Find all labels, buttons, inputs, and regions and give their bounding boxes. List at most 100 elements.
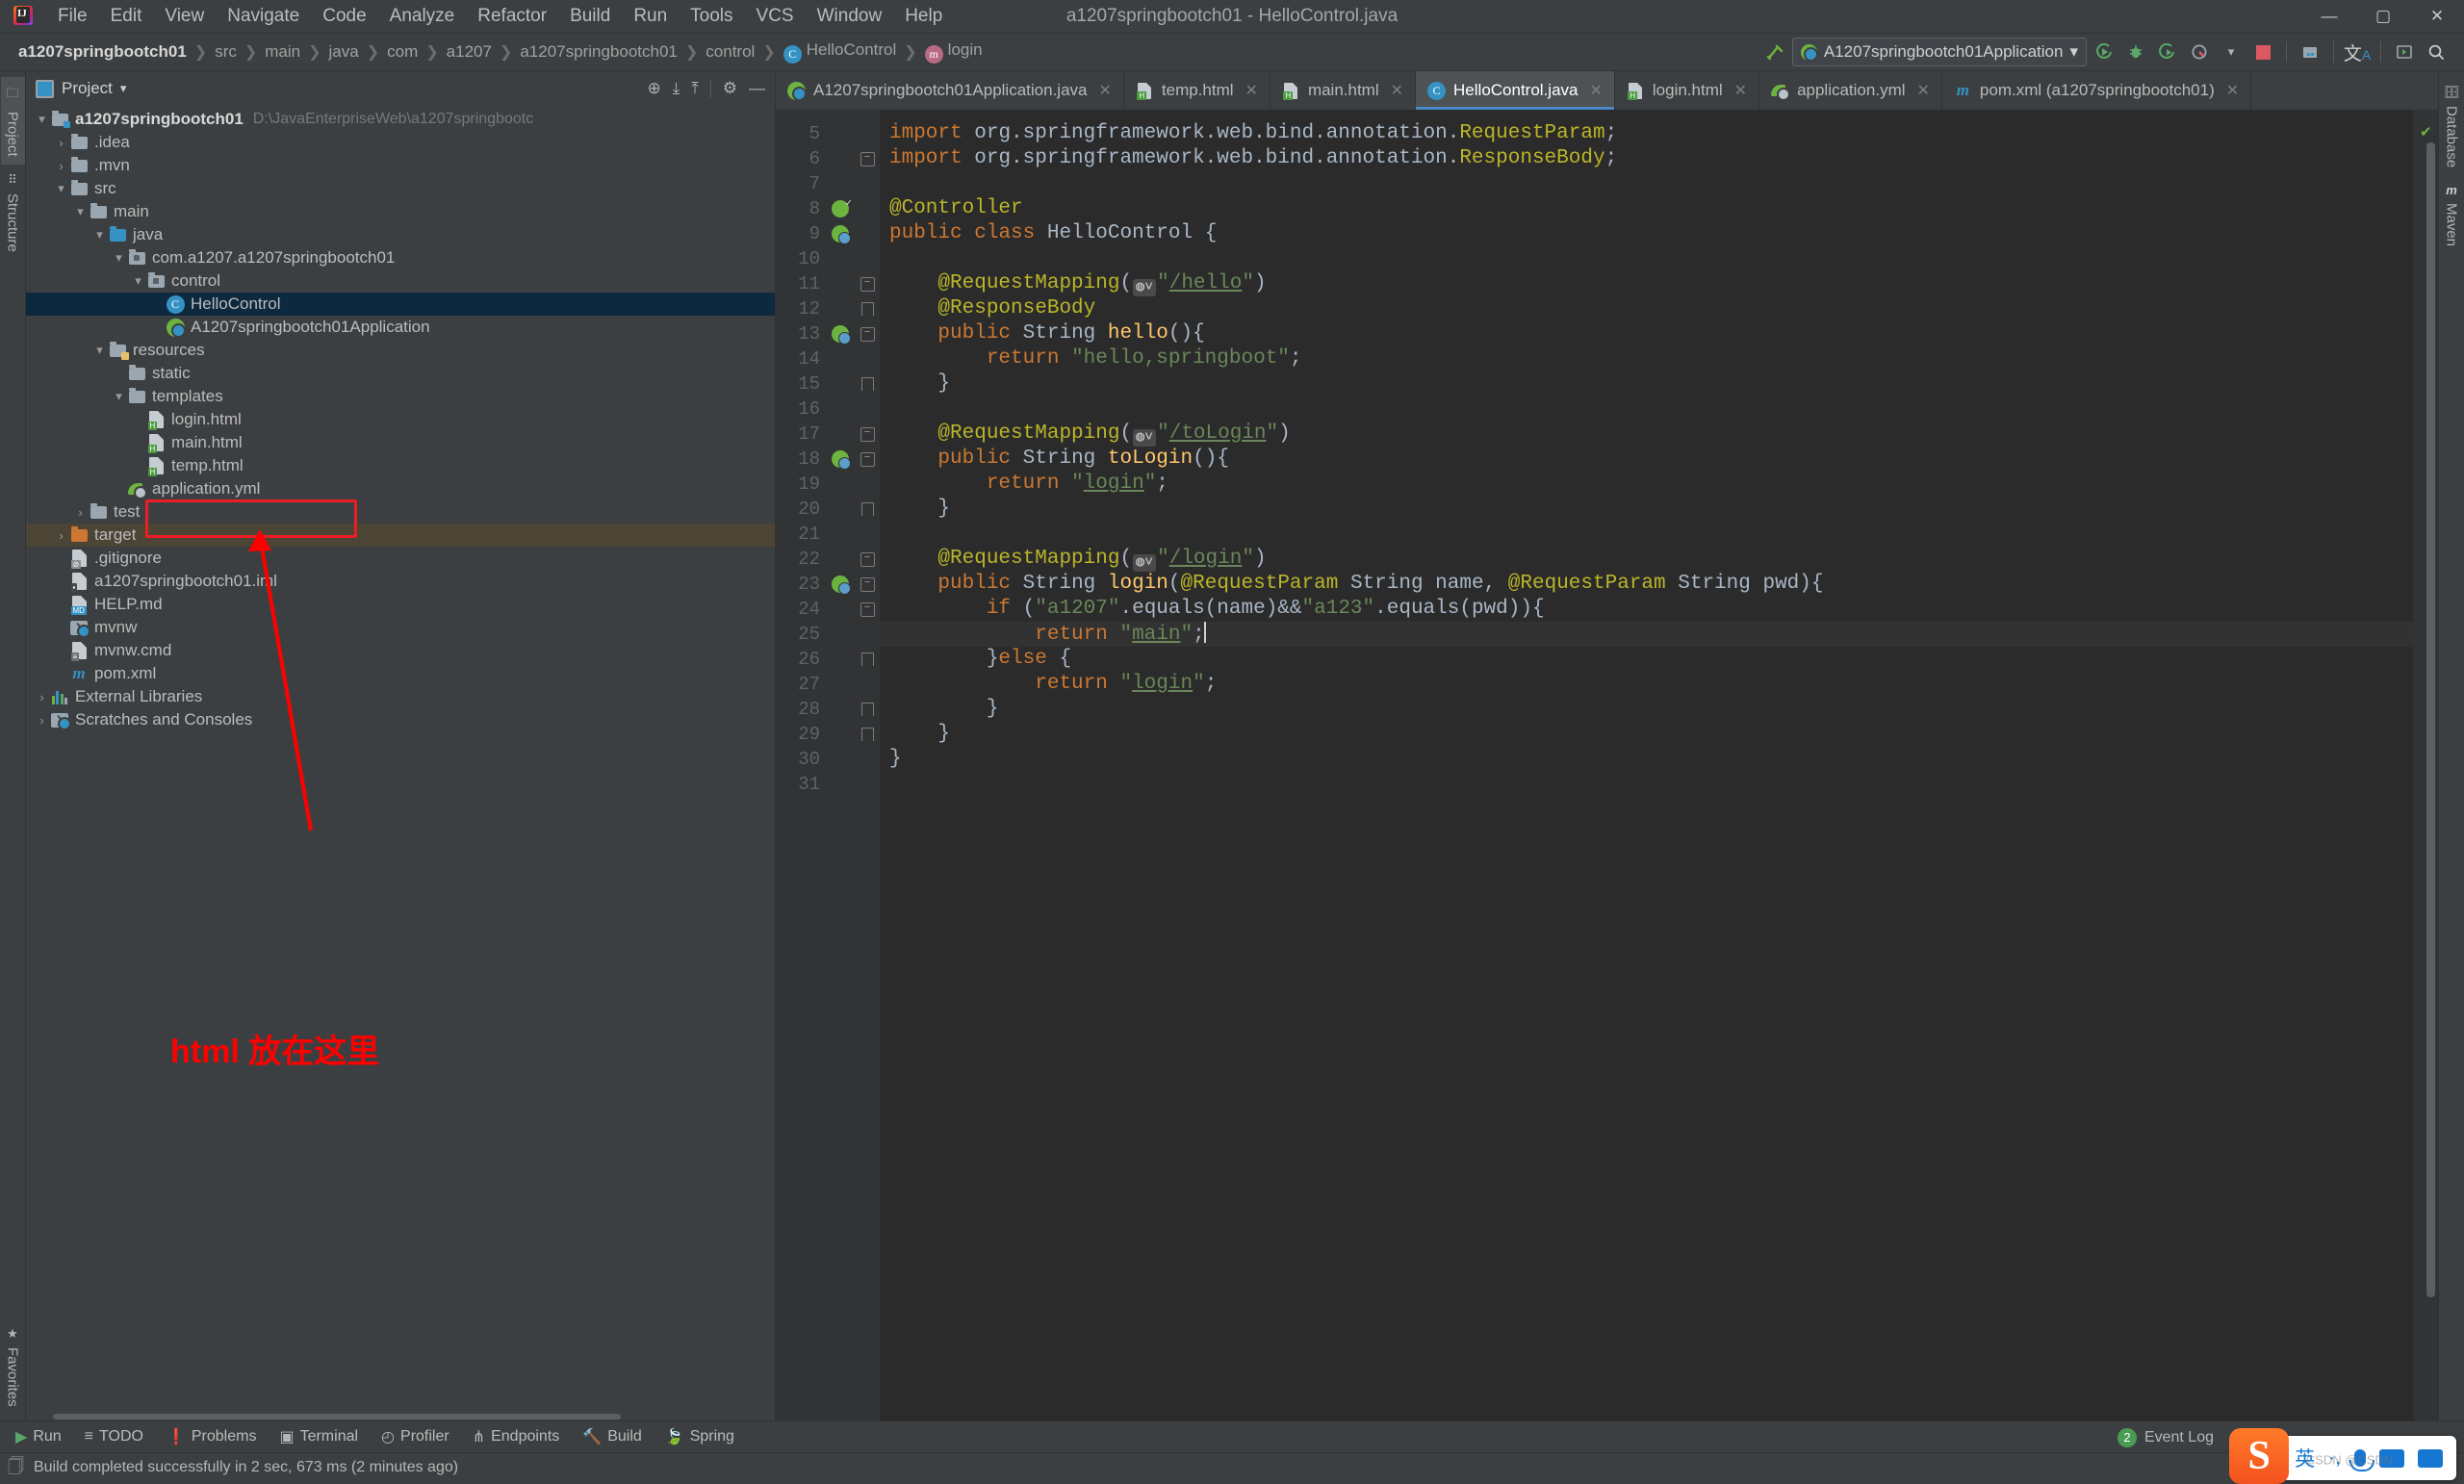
code-line[interactable]: return "login"; [880, 472, 2413, 497]
fold-region-end-icon[interactable] [855, 502, 880, 516]
spring-bean-gutter-icon[interactable] [826, 576, 855, 593]
run-configuration-selector[interactable]: A1207springbootch01Application ▾ [1792, 38, 2087, 66]
code-line[interactable] [880, 171, 2413, 196]
fold-region-end-icon[interactable] [855, 703, 880, 716]
code-line[interactable]: public String hello(){ [880, 321, 2413, 346]
breadcrumb-item[interactable]: src [212, 42, 240, 62]
fold-collapse-icon[interactable]: − [855, 327, 880, 342]
sidebar-item-project[interactable]: 🗀 Project [1, 77, 25, 165]
close-button[interactable]: ✕ [2410, 0, 2464, 33]
tab-login-html[interactable]: Hlogin.html✕ [1615, 71, 1759, 110]
chevron-down-icon[interactable]: ▾ [91, 343, 108, 358]
fold-collapse-icon[interactable]: − [855, 577, 880, 592]
chevron-down-icon[interactable]: ▾ [111, 250, 127, 266]
expand-all-icon[interactable]: ⤓ [673, 79, 680, 98]
breadcrumb-item[interactable]: com [384, 42, 421, 62]
search-everywhere-icon[interactable] [2422, 38, 2451, 66]
gear-icon[interactable]: ⚙ [723, 79, 737, 98]
tree-item-a1207springbootch01-iml[interactable]: ▪a1207springbootch01.iml [26, 570, 775, 593]
run-with-coverage-icon[interactable] [2153, 38, 2182, 66]
close-icon[interactable]: ✕ [2226, 81, 2239, 100]
breadcrumb-item[interactable]: a1207 [444, 42, 495, 62]
tree-item-login-html[interactable]: Hlogin.html [26, 408, 775, 431]
tree-item-external-libraries[interactable]: ›External Libraries [26, 685, 775, 708]
code-line[interactable]: import org.springframework.web.bind.anno… [880, 146, 2413, 171]
editor-vertical-scrollbar[interactable] [2426, 142, 2435, 1297]
tree-item-a1207springbootch01application[interactable]: A1207springbootch01Application [26, 316, 775, 339]
chevron-right-icon[interactable]: › [34, 713, 50, 728]
profiler-icon[interactable] [2185, 38, 2214, 66]
code-line[interactable]: public String toLogin(){ [880, 447, 2413, 472]
code-line[interactable]: public class HelloControl { [880, 221, 2413, 246]
code-line[interactable]: import org.springframework.web.bind.anno… [880, 121, 2413, 146]
fold-collapse-icon[interactable]: − [855, 152, 880, 166]
tree-item-application-yml[interactable]: application.yml [26, 477, 775, 500]
bottom-tab-build[interactable]: 🔨Build [573, 1424, 652, 1449]
tree-item-src[interactable]: ▾src [26, 177, 775, 200]
fold-region-end-icon[interactable] [855, 377, 880, 391]
code-line[interactable]: return "hello,springboot"; [880, 346, 2413, 371]
breadcrumb-item[interactable]: java [326, 42, 362, 62]
chevron-down-icon[interactable]: ▾ [34, 112, 50, 127]
minimize-button[interactable]: — [2302, 0, 2356, 33]
terminal-icon[interactable] [2390, 38, 2419, 66]
code-line[interactable]: } [880, 747, 2413, 772]
code-line[interactable]: @Controller [880, 196, 2413, 221]
menu-item-vcs[interactable]: VCS [745, 2, 806, 31]
chevron-down-icon[interactable]: ▾ [111, 389, 127, 404]
fold-region-end-icon[interactable] [855, 652, 880, 666]
code-line[interactable]: return "main"; [880, 622, 2413, 647]
menu-item-file[interactable]: File [46, 2, 99, 31]
spring-bean-gutter-icon[interactable] [826, 325, 855, 343]
translate-icon[interactable]: 文A [2343, 38, 2372, 66]
tree-item-control[interactable]: ▾control [26, 269, 775, 293]
maximize-button[interactable]: ▢ [2356, 0, 2410, 33]
menu-item-code[interactable]: Code [311, 2, 377, 31]
tree-item--idea[interactable]: ›.idea [26, 131, 775, 154]
tab-pom-xml-a1207springbootch01-[interactable]: mpom.xml (a1207springbootch01)✕ [1942, 71, 2251, 110]
bottom-tab-run[interactable]: ▶Run [6, 1424, 71, 1449]
bottom-tab-spring[interactable]: 🍃Spring [655, 1424, 744, 1449]
chevron-right-icon[interactable]: › [53, 528, 69, 543]
tree-item-hellocontrol[interactable]: CHelloControl [26, 293, 775, 316]
chevron-down-icon[interactable]: ▾ [2217, 38, 2246, 66]
bottom-tab-profiler[interactable]: ◴Profiler [372, 1424, 459, 1449]
chevron-down-icon[interactable]: ▾ [2069, 42, 2078, 62]
editor-code[interactable]: import org.springframework.web.bind.anno… [880, 110, 2413, 1420]
stop-icon[interactable] [2248, 38, 2277, 66]
tree-item-help-md[interactable]: MDHELP.md [26, 593, 775, 616]
menu-item-view[interactable]: View [153, 2, 216, 31]
menu-item-help[interactable]: Help [893, 2, 954, 31]
menu-item-analyze[interactable]: Analyze [378, 2, 467, 31]
bottom-tab-endpoints[interactable]: ⋔Endpoints [463, 1424, 570, 1449]
code-line[interactable]: if ("a1207".equals(name)&&"a123".equals(… [880, 597, 2413, 622]
sidebar-item-database[interactable]: 🗄 Database [2440, 77, 2464, 175]
bottom-tab-todo[interactable]: ≡TODO [75, 1425, 153, 1448]
spring-bean-gutter-icon[interactable] [826, 450, 855, 468]
menu-item-tools[interactable]: Tools [679, 2, 744, 31]
menu-item-run[interactable]: Run [622, 2, 679, 31]
code-line[interactable]: @RequestMapping(◍˅"/hello") [880, 271, 2413, 296]
code-line[interactable]: }else { [880, 647, 2413, 672]
chevron-right-icon[interactable]: › [34, 690, 50, 704]
chevron-down-icon[interactable]: ▾ [91, 227, 108, 243]
code-line[interactable]: @RequestMapping(◍˅"/login") [880, 547, 2413, 572]
close-icon[interactable]: ✕ [1589, 81, 1602, 100]
tree-item-main[interactable]: ▾main [26, 200, 775, 223]
tab-main-html[interactable]: Hmain.html✕ [1270, 71, 1416, 110]
tree-item-a1207springbootch01[interactable]: ▾a1207springbootch01D:\JavaEnterpriseWeb… [26, 108, 775, 131]
close-icon[interactable]: ✕ [1391, 81, 1403, 100]
tree-item--mvn[interactable]: ›.mvn [26, 154, 775, 177]
tree-item-templates[interactable]: ▾templates [26, 385, 775, 408]
tree-item-com-a1207-a1207springbootch01[interactable]: ▾com.a1207.a1207springbootch01 [26, 246, 775, 269]
collapse-all-icon[interactable]: ⤒ [691, 79, 699, 98]
chevron-down-icon[interactable]: ▾ [130, 273, 146, 289]
fold-collapse-icon[interactable]: − [855, 602, 880, 617]
spring-controller-gutter-icon[interactable] [826, 200, 855, 217]
tree-item-mvnw-cmd[interactable]: ≡mvnw.cmd [26, 639, 775, 662]
fold-region-end-icon[interactable] [855, 302, 880, 316]
chevron-right-icon[interactable]: › [72, 505, 89, 520]
debug-icon[interactable] [2121, 38, 2150, 66]
menu-item-window[interactable]: Window [806, 2, 894, 31]
breadcrumb-item[interactable]: control [703, 42, 757, 62]
